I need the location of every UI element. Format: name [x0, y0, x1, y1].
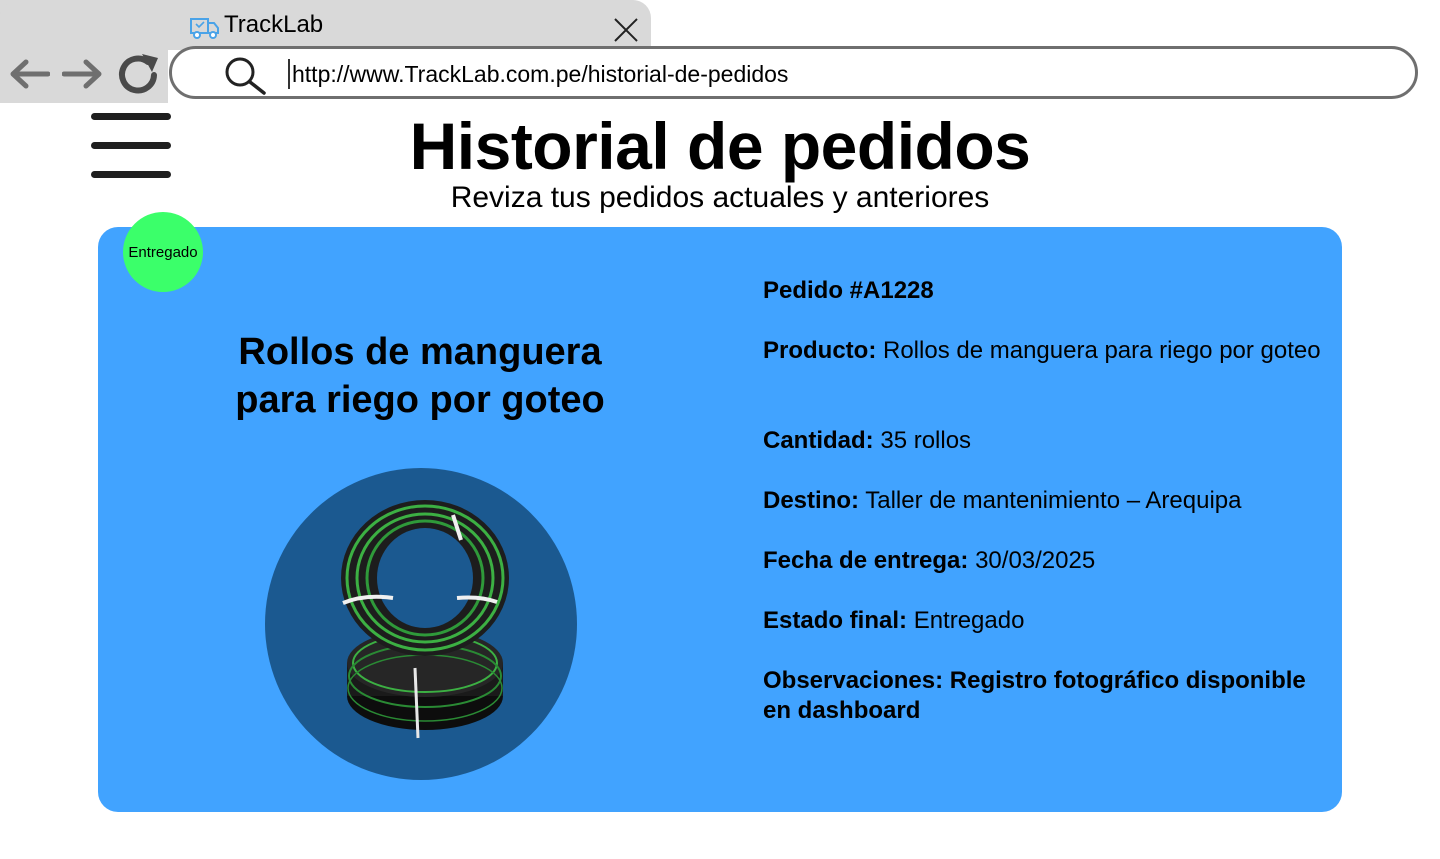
detail-product: Producto: Rollos de manguera para riego …	[763, 337, 1321, 364]
back-arrow-icon[interactable]	[8, 58, 50, 90]
product-title: Rollos de manguera para riego por goteo	[235, 331, 605, 421]
detail-observations: Observaciones: Registro fotográfico disp…	[763, 667, 1306, 724]
browser-tab[interactable]: TrackLab	[0, 0, 651, 50]
close-icon[interactable]	[612, 16, 640, 44]
product-image	[265, 468, 577, 780]
detail-delivery-date: Fecha de entrega: 30/03/2025	[763, 547, 1096, 574]
status-badge: Entregado	[123, 212, 203, 292]
detail-destination: Destino: Taller de mantenimiento – Arequ…	[763, 487, 1242, 514]
delivery-truck-icon	[190, 18, 219, 39]
hose-roll-illustration	[341, 500, 509, 739]
url-text[interactable]: http://www.TrackLab.com.pe/historial-de-…	[292, 60, 788, 88]
detail-quantity: Cantidad: 35 rollos	[763, 427, 972, 454]
reload-icon[interactable]	[116, 52, 162, 98]
address-bar[interactable]: http://www.TrackLab.com.pe/historial-de-…	[169, 46, 1418, 99]
page-title: Historial de pedidos	[409, 109, 1031, 183]
text-caret	[288, 59, 290, 89]
search-icon	[225, 57, 266, 95]
detail-final-status: Estado final: Entregado	[763, 607, 1025, 634]
page-subtitle: Reviza tus pedidos actuales y anteriores	[450, 181, 990, 214]
forward-arrow-icon[interactable]	[62, 58, 104, 90]
order-id: Pedido #A1228	[763, 277, 934, 304]
tab-title: TrackLab	[224, 11, 324, 38]
